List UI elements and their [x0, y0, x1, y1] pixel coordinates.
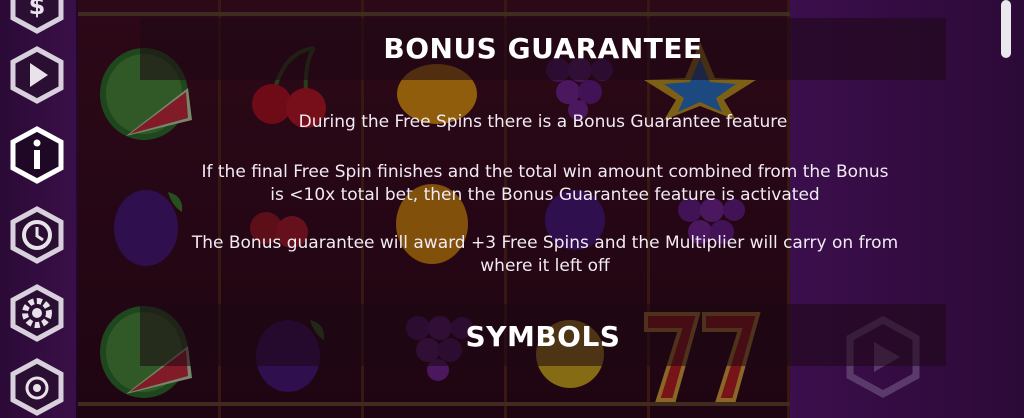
paragraph-2: If the final Free Spin finishes and the …	[201, 162, 889, 205]
gear-icon	[10, 284, 64, 342]
info-button[interactable]	[8, 126, 66, 184]
scrollbar-thumb[interactable]	[1001, 0, 1011, 58]
extra-button[interactable]	[8, 358, 66, 416]
section-title-bonus-guarantee: BONUS GUARANTEE	[383, 32, 703, 65]
history-icon	[10, 206, 64, 264]
info-icon	[10, 126, 64, 184]
badge-icon	[10, 358, 64, 416]
dollar-icon: $	[10, 0, 64, 34]
svg-text:$: $	[29, 0, 46, 20]
bet-button[interactable]: $	[8, 0, 66, 34]
paragraph-1: During the Free Spins there is a Bonus G…	[298, 112, 788, 132]
settings-button[interactable]	[8, 284, 66, 342]
section-title-symbols: SYMBOLS	[465, 320, 621, 353]
play-icon	[10, 46, 64, 104]
paragraph-3: The Bonus guarantee will award +3 Free S…	[191, 233, 899, 276]
autoplay-button[interactable]	[8, 46, 66, 104]
history-button[interactable]	[8, 206, 66, 264]
